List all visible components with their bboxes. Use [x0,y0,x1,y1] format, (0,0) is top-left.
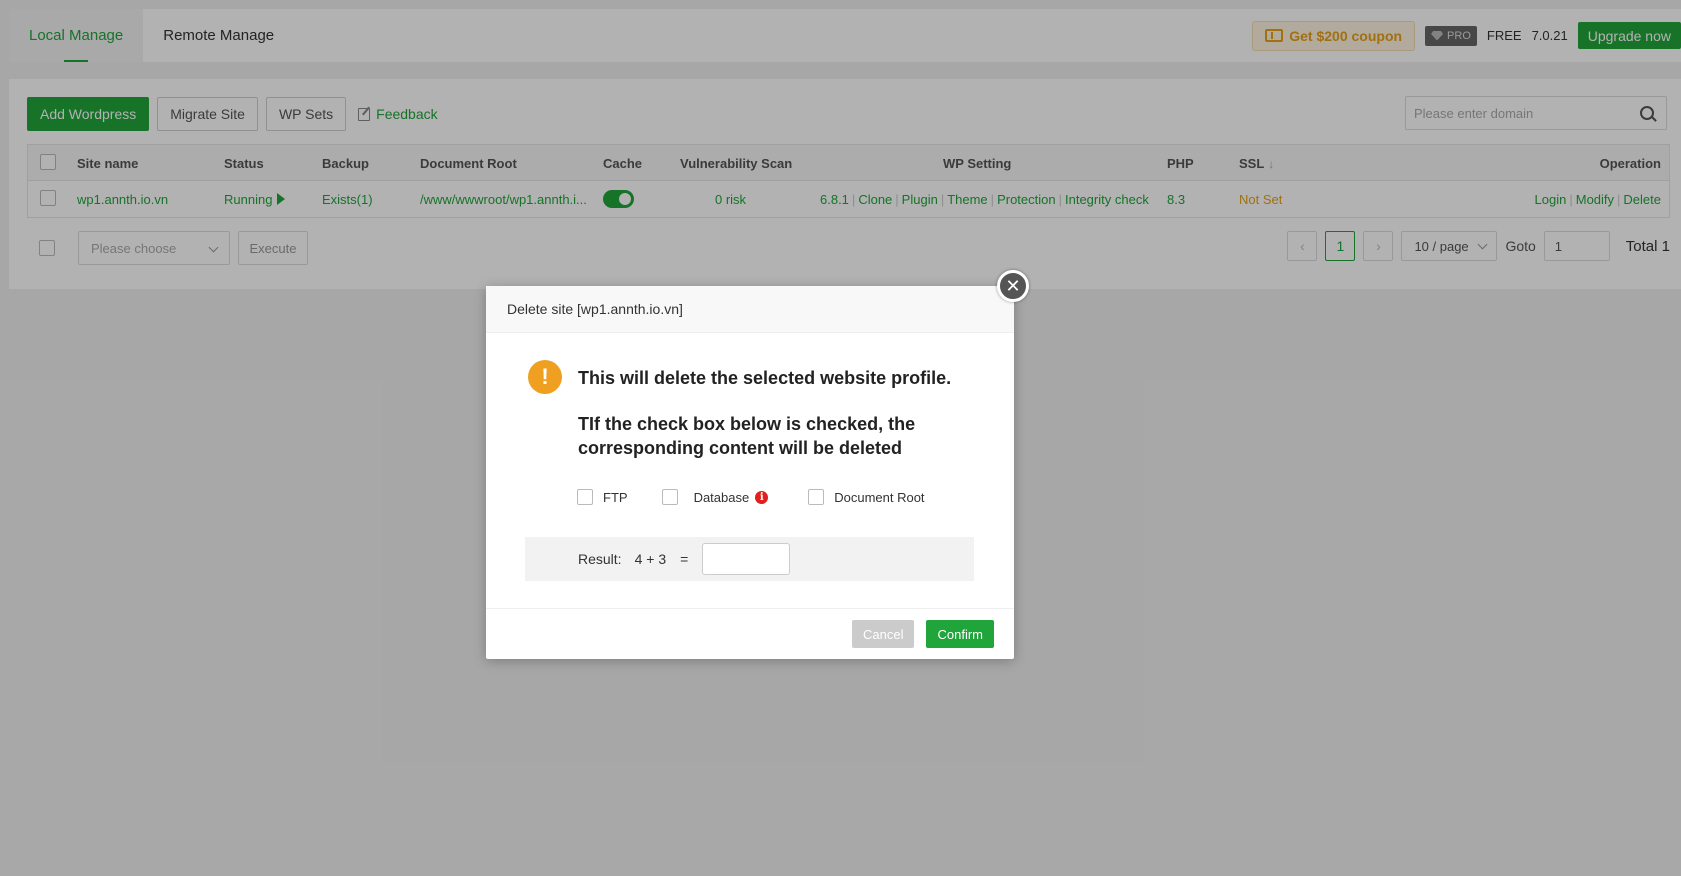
option-label: Database [693,489,750,505]
option-document-root[interactable]: Document Root [808,489,925,505]
option-database[interactable]: Database i [661,489,769,505]
captcha-answer-input[interactable] [702,543,791,575]
checkbox-hint-message: TIf the check box below is checked, the … [578,414,916,458]
confirm-button[interactable]: Confirm [926,620,994,648]
option-label: Document Root [834,489,925,505]
close-icon[interactable]: ✕ [997,270,1029,302]
warning-icon: ! [528,360,562,394]
equals-sign: = [680,551,689,567]
dialog-header: Delete site [wp1.annth.io.vn] [486,286,1014,333]
dialog-title: Delete site [wp1.annth.io.vn] [507,301,683,317]
warning-message: This will delete the selected website pr… [578,368,952,388]
database-checkbox[interactable] [661,489,678,505]
captcha-expression: 4 + 3 [634,551,667,567]
ftp-checkbox[interactable] [577,489,593,505]
captcha-box: Result: 4 + 3 = [525,537,974,581]
document-root-checkbox[interactable] [808,489,825,505]
delete-site-dialog: Delete site [wp1.annth.io.vn] ✕ ! This w… [486,270,1029,659]
option-ftp[interactable]: FTP [577,489,628,505]
dialog-footer: Cancel Confirm [486,608,1014,659]
option-label: FTP [603,489,628,505]
info-icon[interactable]: i [755,490,769,504]
cancel-button[interactable]: Cancel [852,620,915,648]
delete-options: FTP Database i Document Root [577,489,959,505]
result-label: Result: [578,551,622,567]
